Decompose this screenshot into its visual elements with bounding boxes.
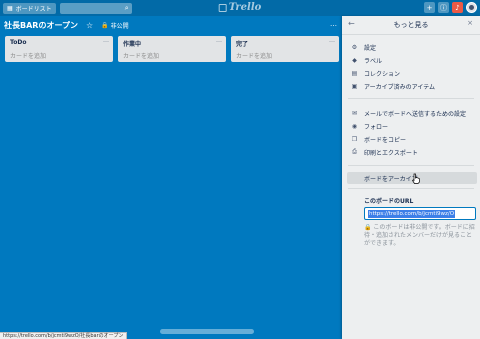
trello-logo[interactable]: Trello — [218, 2, 262, 13]
list-menu-icon[interactable]: … — [103, 37, 109, 44]
menu-divider — [348, 98, 474, 99]
list-title[interactable]: 完了 — [236, 39, 248, 48]
horizontal-scrollbar[interactable] — [160, 329, 254, 334]
list-todo: ToDo … カードを追加 — [5, 36, 113, 62]
menu-item-labels[interactable]: ◆ ラベル — [351, 55, 382, 65]
top-header: ▦ ボードリスト ⌕ Trello + ⓘ ♪ — [0, 0, 480, 16]
menu-title: もっと見る — [393, 21, 429, 29]
menu-header: ← もっと見る × — [342, 16, 480, 35]
menu-item-label: メールでボードへ送信するための設定 — [364, 110, 467, 118]
search-icon[interactable]: ⌕ — [125, 4, 129, 13]
menu-item-settings[interactable]: ⚙ 設定 — [351, 42, 376, 52]
board-url-input[interactable]: https://trello.com/b/jcmti9wz/O — [364, 207, 476, 220]
menu-divider — [348, 188, 474, 189]
list-title[interactable]: 作業中 — [123, 39, 141, 48]
board-url-label: このボードのURL — [364, 198, 414, 205]
eye-icon: ◉ — [351, 122, 358, 130]
archive-icon: ▣ — [351, 82, 358, 90]
avatar[interactable] — [466, 2, 477, 13]
info-icon[interactable]: ⓘ — [438, 2, 449, 13]
menu-item-label: ラベル — [364, 57, 383, 65]
header-actions: + ⓘ ♪ — [424, 2, 477, 13]
boards-button[interactable]: ▦ ボードリスト — [3, 2, 56, 14]
visibility-toggle[interactable]: 🔒 非公開 — [101, 21, 129, 30]
menu-item-label: 印刷とエクスポート — [364, 149, 418, 157]
plus-icon[interactable]: + — [424, 2, 435, 13]
board-url-note-text: このボードは非公開です。ボードに招待・追加されたメンバーだけが見ることができます… — [364, 224, 475, 247]
search-input[interactable]: ⌕ — [59, 2, 132, 14]
boards-icon: ▦ — [7, 4, 13, 12]
visibility-label: 非公開 — [110, 22, 129, 30]
board-url-value: https://trello.com/b/jcmti9wz/O — [368, 210, 456, 218]
menu-item-email[interactable]: ✉ メールでボードへ送信するための設定 — [351, 108, 466, 118]
status-bar-url: https://trello.com/b/jcmti9wzO/社長barのオープ… — [0, 332, 128, 339]
mail-icon: ✉ — [351, 109, 358, 117]
trello-logo-text: Trello — [228, 2, 262, 13]
gear-icon: ⚙ — [351, 43, 358, 51]
menu-item-label: ボードをコピー — [364, 136, 407, 144]
board-url-note: 🔒 このボードは非公開です。ボードに招待・追加されたメンバーだけが見ることができ… — [364, 224, 476, 248]
archive-board-button[interactable]: ボードをアーカイブ — [347, 172, 477, 184]
bell-icon[interactable]: ♪ — [452, 2, 463, 13]
menu-item-copy-board[interactable]: ❐ ボードをコピー — [351, 134, 406, 144]
close-icon[interactable]: × — [467, 19, 473, 27]
collection-icon: ▤ — [351, 69, 358, 77]
trello-logo-icon — [218, 3, 227, 12]
list-title[interactable]: ToDo — [10, 39, 27, 46]
board-title[interactable]: 社長BARのオープン — [4, 20, 78, 31]
add-card-button[interactable]: カードを追加 — [236, 51, 272, 60]
boards-button-label: ボードリスト — [15, 5, 52, 13]
board-more-icon[interactable]: … — [330, 20, 337, 28]
menu-item-label: フォロー — [364, 123, 389, 131]
menu-item-collections[interactable]: ▤ コレクション — [351, 68, 400, 78]
copy-icon: ❐ — [351, 135, 358, 143]
menu-item-label: アーカイブ済みのアイテム — [364, 83, 436, 91]
menu-divider — [348, 165, 474, 166]
avatar-glyph — [469, 5, 474, 10]
menu-item-archived[interactable]: ▣ アーカイブ済みのアイテム — [351, 81, 435, 91]
lock-icon: 🔒 — [364, 224, 372, 231]
star-icon[interactable]: ☆ — [86, 21, 93, 30]
label-icon: ◆ — [352, 56, 357, 64]
menu-item-print-export[interactable]: ⎙ 印刷とエクスポート — [351, 147, 418, 157]
print-icon: ⎙ — [352, 148, 357, 155]
list-menu-icon[interactable]: … — [329, 37, 335, 44]
list-menu-icon[interactable]: … — [216, 37, 222, 44]
menu-item-label: 設定 — [364, 44, 377, 52]
list-in-progress: 作業中 … カードを追加 — [118, 36, 226, 62]
lock-icon: 🔒 — [101, 21, 109, 29]
list-done: 完了 … カードを追加 — [231, 36, 339, 62]
menu-item-label: コレクション — [364, 70, 401, 78]
hand-cursor-icon — [412, 173, 420, 184]
archive-board-label: ボードをアーカイブ — [364, 176, 418, 183]
add-card-button[interactable]: カードを追加 — [123, 51, 159, 60]
add-card-button[interactable]: カードを追加 — [10, 51, 46, 60]
show-more-menu: ← もっと見る × ⚙ 設定 ◆ ラベル ▤ コレクション ▣ アーカイブ済みの… — [342, 16, 480, 339]
menu-item-follow[interactable]: ◉ フォロー — [351, 121, 388, 131]
board-header: 社長BARのオープン ☆ 🔒 非公開 — [4, 18, 129, 32]
